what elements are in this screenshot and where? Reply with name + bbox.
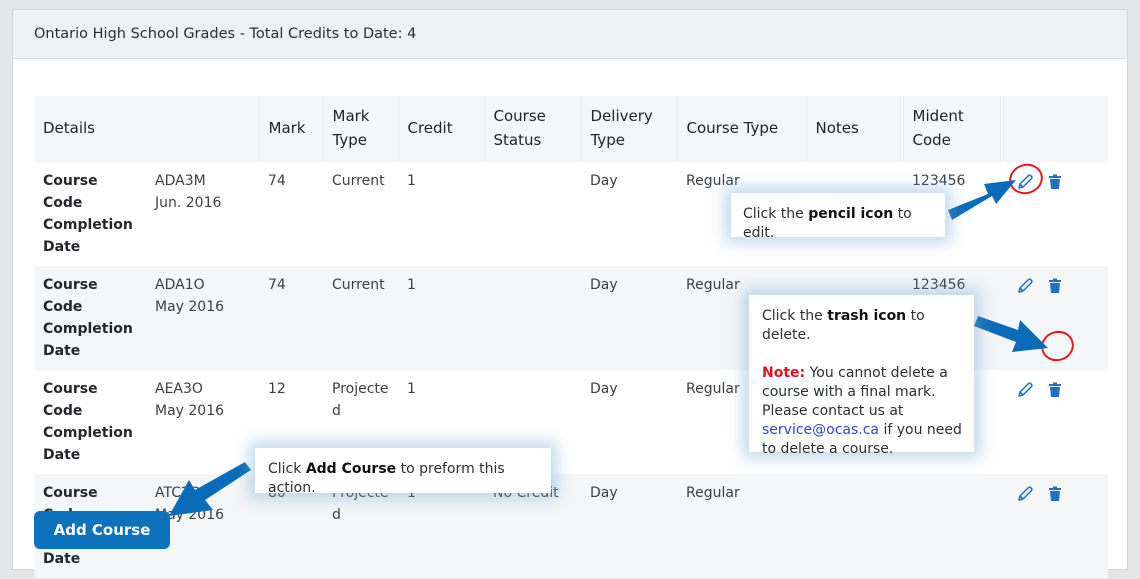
col-actions xyxy=(1000,96,1108,162)
pencil-icon[interactable] xyxy=(1016,485,1034,503)
course-status-cell xyxy=(484,266,581,370)
delivery-type-cell: Day xyxy=(590,381,618,397)
delivery-type-cell: Day xyxy=(590,173,618,189)
add-course-button[interactable]: Add Course xyxy=(34,511,170,549)
note-label: Note: xyxy=(762,365,806,381)
mark-type-cell: Current xyxy=(332,173,385,189)
completion-date: May 2016 xyxy=(155,299,225,315)
mark-cell: 74 xyxy=(268,277,286,293)
detail-values: ADA3M Jun. 2016 xyxy=(146,162,259,266)
trash-icon[interactable] xyxy=(1046,381,1064,399)
card-header: Ontario High School Grades - Total Credi… xyxy=(13,10,1127,59)
completion-date: May 2016 xyxy=(155,403,225,419)
table-header-row: Details Mark Mark Type Credit Course Statu… xyxy=(34,96,1108,162)
row-actions xyxy=(1000,370,1108,474)
completion-date: Jun. 2016 xyxy=(155,195,222,211)
detail-labels: Course CodeCompletionDate xyxy=(43,277,133,359)
mident-code-cell xyxy=(903,474,1000,578)
course-type-cell: Regular xyxy=(686,485,740,501)
card-title: Ontario High School Grades - Total Credi… xyxy=(34,26,417,42)
col-course-status: Course Status xyxy=(484,96,582,162)
detail-labels: Course CodeCompletionDate xyxy=(43,173,133,255)
col-mark-type: Mark Type xyxy=(323,96,399,162)
credit-cell: 1 xyxy=(407,277,416,293)
course-status-cell xyxy=(484,162,581,266)
pencil-icon[interactable] xyxy=(1016,381,1034,399)
col-course-type: Course Type xyxy=(677,96,807,162)
course-code: AEA3O xyxy=(155,381,203,397)
mark-type-cell: Current xyxy=(332,277,385,293)
col-mark: Mark xyxy=(259,96,324,162)
trash-icon[interactable] xyxy=(1046,485,1064,503)
col-details: Details xyxy=(34,96,260,162)
notes-cell xyxy=(806,474,903,578)
detail-values: ADA1O May 2016 xyxy=(146,266,259,370)
course-code: ADA1O xyxy=(155,277,205,293)
delivery-type-cell: Day xyxy=(590,485,618,501)
col-delivery-type: Delivery Type xyxy=(581,96,678,162)
row-actions xyxy=(1000,474,1108,578)
edit-pointer-arrow xyxy=(948,180,1016,220)
add-course-pointer-arrow xyxy=(169,462,251,516)
trash-icon[interactable] xyxy=(1046,277,1064,295)
detail-labels: Course CodeCompletionDate xyxy=(43,381,133,463)
trash-icon[interactable] xyxy=(1046,173,1064,191)
mark-cell: 74 xyxy=(268,173,286,189)
credit-cell: 1 xyxy=(407,173,416,189)
edit-callout: Click the pencil icon to edit. xyxy=(731,193,945,241)
col-notes: Notes xyxy=(806,96,904,162)
add-course-callout: Click Add Course to preform this action. xyxy=(255,448,551,496)
detail-values: AEA3O May 2016 xyxy=(146,370,259,474)
support-email-link[interactable]: service@ocas.ca xyxy=(762,422,879,438)
delivery-type-cell: Day xyxy=(590,277,618,293)
course-code: ADA3M xyxy=(155,173,206,189)
col-mident-code: Mident Code xyxy=(903,96,1001,162)
col-credit: Credit xyxy=(398,96,485,162)
pencil-icon[interactable] xyxy=(1016,277,1034,295)
delete-pointer-arrow xyxy=(974,316,1048,352)
delete-callout: Click the trash icon to delete. Note: Yo… xyxy=(749,295,974,457)
